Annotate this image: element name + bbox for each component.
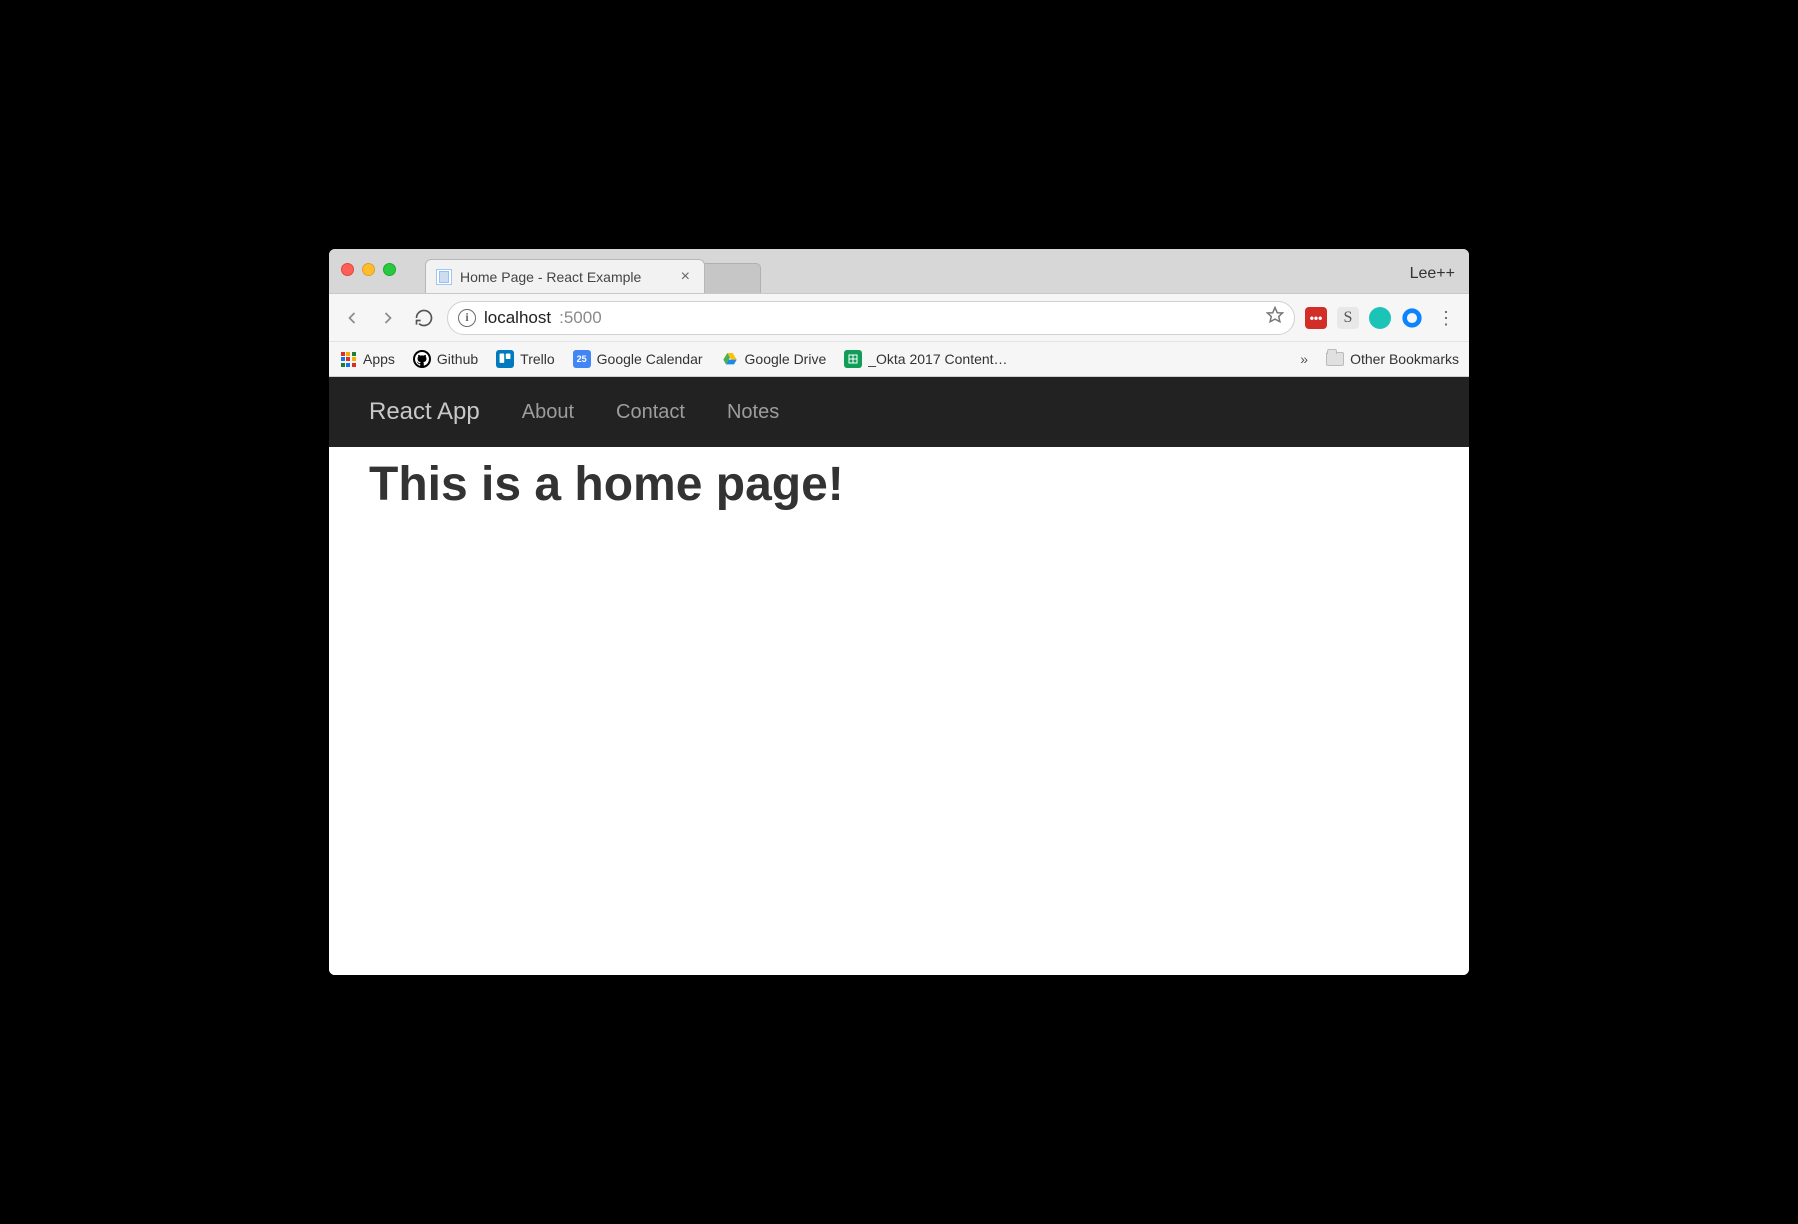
profile-name[interactable]: Lee++	[1410, 265, 1469, 293]
bookmark-label: Google Calendar	[597, 351, 703, 367]
toolbar: i localhost :5000 ••• S ⋮	[329, 293, 1469, 341]
maximize-window-button[interactable]	[383, 263, 396, 276]
site-info-icon[interactable]: i	[458, 309, 476, 327]
url-host: localhost	[484, 308, 551, 328]
browser-tab-active[interactable]: Home Page - React Example ×	[425, 259, 705, 293]
new-tab-button[interactable]	[701, 263, 761, 293]
bookmark-star-icon[interactable]	[1266, 306, 1284, 329]
github-icon	[413, 350, 431, 368]
address-bar[interactable]: i localhost :5000	[447, 301, 1295, 335]
tab-strip: Home Page - React Example × Lee++	[425, 249, 1469, 293]
bookmark-trello[interactable]: Trello	[496, 350, 555, 368]
trello-icon	[496, 350, 514, 368]
extensions: ••• S ⋮	[1305, 307, 1459, 329]
bookmark-github[interactable]: Github	[413, 350, 478, 368]
bookmark-google-drive[interactable]: Google Drive	[721, 350, 827, 368]
apps-icon	[339, 350, 357, 368]
bookmark-label: Google Drive	[745, 351, 827, 367]
nav-link-contact[interactable]: Contact	[616, 401, 685, 424]
bookmark-google-calendar[interactable]: 25 Google Calendar	[573, 350, 703, 368]
forward-button[interactable]	[375, 305, 401, 331]
extension-lastpass-icon[interactable]: •••	[1305, 307, 1327, 329]
extension-s-icon[interactable]: S	[1337, 307, 1359, 329]
close-tab-button[interactable]: ×	[677, 269, 694, 285]
bookmark-okta-sheet[interactable]: _Okta 2017 Content…	[844, 350, 1007, 368]
bookmarks-bar: Apps Github Trello 25 Google Calendar Go…	[329, 341, 1469, 377]
other-bookmarks-label: Other Bookmarks	[1350, 351, 1459, 367]
drive-icon	[721, 350, 739, 368]
calendar-icon: 25	[573, 350, 591, 368]
extension-ring-icon[interactable]	[1401, 307, 1423, 329]
page-heading: This is a home page!	[369, 457, 1429, 512]
close-window-button[interactable]	[341, 263, 354, 276]
app-navbar: React App About Contact Notes	[329, 377, 1469, 447]
folder-icon	[1326, 352, 1344, 366]
bookmark-label: Apps	[363, 351, 395, 367]
window-controls	[341, 263, 396, 276]
extension-teal-icon[interactable]	[1369, 307, 1391, 329]
sheets-icon	[844, 350, 862, 368]
reload-button[interactable]	[411, 305, 437, 331]
bookmarks-overflow-button[interactable]: »	[1300, 351, 1308, 367]
tab-title: Home Page - React Example	[460, 269, 641, 285]
back-button[interactable]	[339, 305, 365, 331]
minimize-window-button[interactable]	[362, 263, 375, 276]
nav-link-notes[interactable]: Notes	[727, 401, 779, 424]
other-bookmarks-button[interactable]: Other Bookmarks	[1326, 351, 1459, 367]
url-port: :5000	[559, 308, 602, 328]
bookmark-label: _Okta 2017 Content…	[868, 351, 1007, 367]
bookmark-label: Github	[437, 351, 478, 367]
bookmark-apps[interactable]: Apps	[339, 350, 395, 368]
browser-window: Home Page - React Example × Lee++ i loca…	[329, 249, 1469, 975]
page-content: This is a home page!	[329, 447, 1469, 975]
nav-link-about[interactable]: About	[522, 401, 574, 424]
app-brand[interactable]: React App	[369, 398, 480, 426]
titlebar: Home Page - React Example × Lee++	[329, 249, 1469, 293]
chrome-menu-button[interactable]: ⋮	[1433, 309, 1459, 327]
favicon-icon	[436, 269, 452, 285]
bookmark-label: Trello	[520, 351, 555, 367]
